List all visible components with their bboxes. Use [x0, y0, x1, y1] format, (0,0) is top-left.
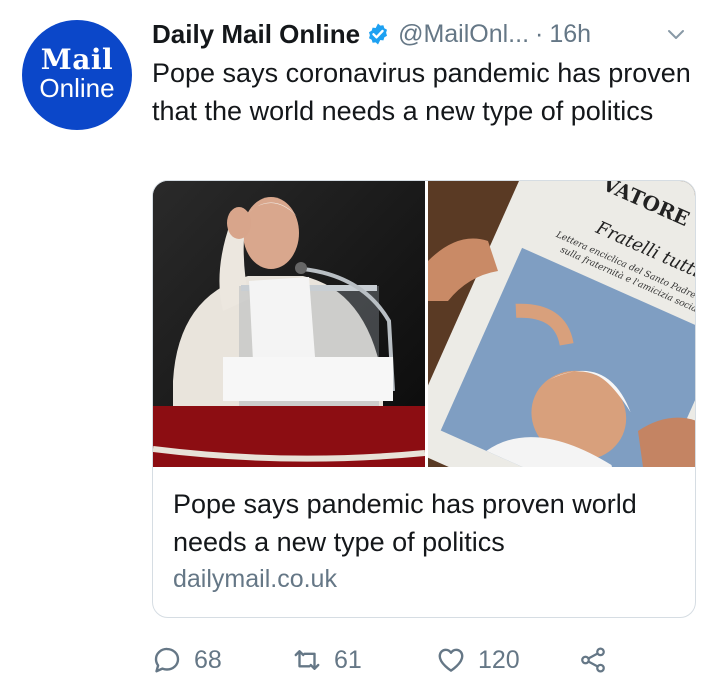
account-name[interactable]: Daily Mail Online: [152, 19, 360, 50]
tweet-header: Daily Mail Online @MailOnl... · 16h: [152, 14, 700, 54]
pope-at-lectern-photo: [153, 181, 425, 467]
retweet-icon: [294, 650, 320, 670]
reply-count: 68: [194, 645, 222, 674]
newspaper-photo: VATORE Fratelli tutti Lettera enciclica …: [428, 181, 695, 467]
tweet-actions: 68 61 120: [152, 638, 712, 682]
retweet-count: 61: [334, 645, 362, 674]
share-button[interactable]: [578, 638, 620, 682]
account-handle[interactable]: @MailOnl...: [398, 20, 529, 49]
verified-badge-icon: [369, 23, 388, 45]
retweet-button[interactable]: 61: [292, 638, 362, 682]
chevron-down-icon[interactable]: [664, 22, 688, 46]
tweet-timestamp[interactable]: 16h: [549, 20, 591, 49]
like-icon: [438, 648, 464, 672]
card-domain: dailymail.co.uk: [173, 565, 337, 593]
tweet-text: Pope says coronavirus pandemic has prove…: [152, 58, 691, 126]
avatar-logo-line1: Mail: [40, 43, 114, 76]
card-image[interactable]: VATORE Fratelli tutti Lettera enciclica …: [153, 181, 695, 467]
separator-dot: ·: [535, 19, 544, 48]
reply-icon: [154, 647, 180, 673]
avatar[interactable]: Mail Online: [22, 20, 132, 130]
share-icon: [581, 647, 605, 673]
reply-button[interactable]: 68: [152, 638, 222, 682]
avatar-logo-line2: Online: [39, 73, 115, 103]
like-button[interactable]: 120: [436, 638, 520, 682]
card-title[interactable]: Pope says pandemic has proven world need…: [173, 485, 673, 561]
link-card[interactable]: VATORE Fratelli tutti Lettera enciclica …: [152, 180, 696, 618]
like-count: 120: [478, 645, 520, 674]
